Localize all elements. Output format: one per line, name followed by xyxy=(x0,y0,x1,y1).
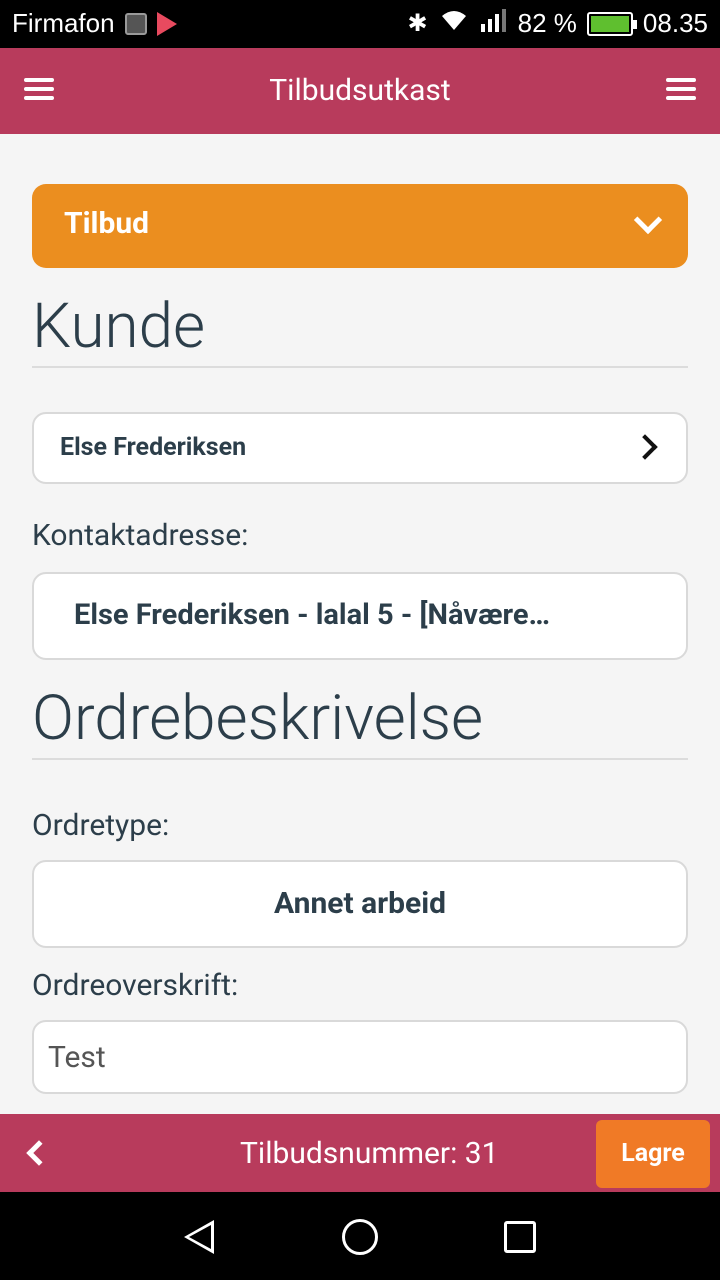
status-bar-left: Firmafon xyxy=(12,8,177,39)
play-store-icon xyxy=(156,11,177,36)
battery-percent: 82 % xyxy=(517,8,577,38)
customer-name: Else Frederiksen xyxy=(60,433,247,462)
order-title-label: Ordreoverskrift: xyxy=(32,968,239,1003)
chevron-down-icon xyxy=(633,205,663,235)
battery-icon xyxy=(586,11,637,36)
menu-right-icon[interactable] xyxy=(666,78,696,100)
main-content[interactable]: Tilbud Kunde Else Frederiksen Kontaktadr… xyxy=(0,134,720,1114)
order-section-title: Ordrebeskrivelse xyxy=(32,682,484,755)
order-title-input[interactable]: Test xyxy=(32,1020,688,1094)
contact-address-value: Else Frederiksen - lalal 5 - [Nåvære… xyxy=(74,598,550,632)
quote-number: Tilbudsnummer: 31 xyxy=(240,1136,499,1171)
accordion-label: Tilbud xyxy=(64,206,150,241)
clock: 08.35 xyxy=(642,8,708,38)
order-type-select[interactable]: Annet arbeid xyxy=(32,860,688,948)
system-nav-bar xyxy=(0,1192,720,1280)
nav-recents-icon[interactable] xyxy=(504,1221,536,1253)
page-title: Tilbudsutkast xyxy=(269,73,451,108)
offer-accordion[interactable]: Tilbud xyxy=(32,184,688,268)
bluetooth-icon: ✱ xyxy=(407,10,428,37)
customer-button[interactable]: Else Frederiksen xyxy=(32,412,688,484)
divider xyxy=(32,758,688,760)
order-type-label: Ordretype: xyxy=(32,808,170,843)
nav-back-icon[interactable] xyxy=(184,1220,214,1254)
save-button[interactable]: Lagre xyxy=(596,1120,710,1188)
chevron-right-icon xyxy=(632,434,658,460)
order-type-value: Annet arbeid xyxy=(273,886,447,921)
carrier-label: Firmafon xyxy=(12,8,115,38)
back-chevron-icon[interactable] xyxy=(26,1140,52,1166)
customer-section-title: Kunde xyxy=(32,290,206,363)
nav-home-icon[interactable] xyxy=(342,1219,378,1255)
order-title-value: Test xyxy=(48,1040,106,1075)
app-bar: Tilbudsutkast xyxy=(0,48,720,134)
gallery-icon xyxy=(124,12,147,35)
wifi-icon xyxy=(438,8,470,39)
divider xyxy=(32,366,688,368)
contact-address-label: Kontaktadresse: xyxy=(32,518,249,553)
contact-address-select[interactable]: Else Frederiksen - lalal 5 - [Nåvære… xyxy=(32,572,688,660)
status-bar: Firmafon ✱ 82 % 08.35 xyxy=(0,0,720,48)
signal-icon xyxy=(480,8,508,39)
bottom-bar: Tilbudsnummer: 31 Lagre xyxy=(0,1114,720,1192)
status-bar-right: ✱ 82 % 08.35 xyxy=(408,8,708,39)
